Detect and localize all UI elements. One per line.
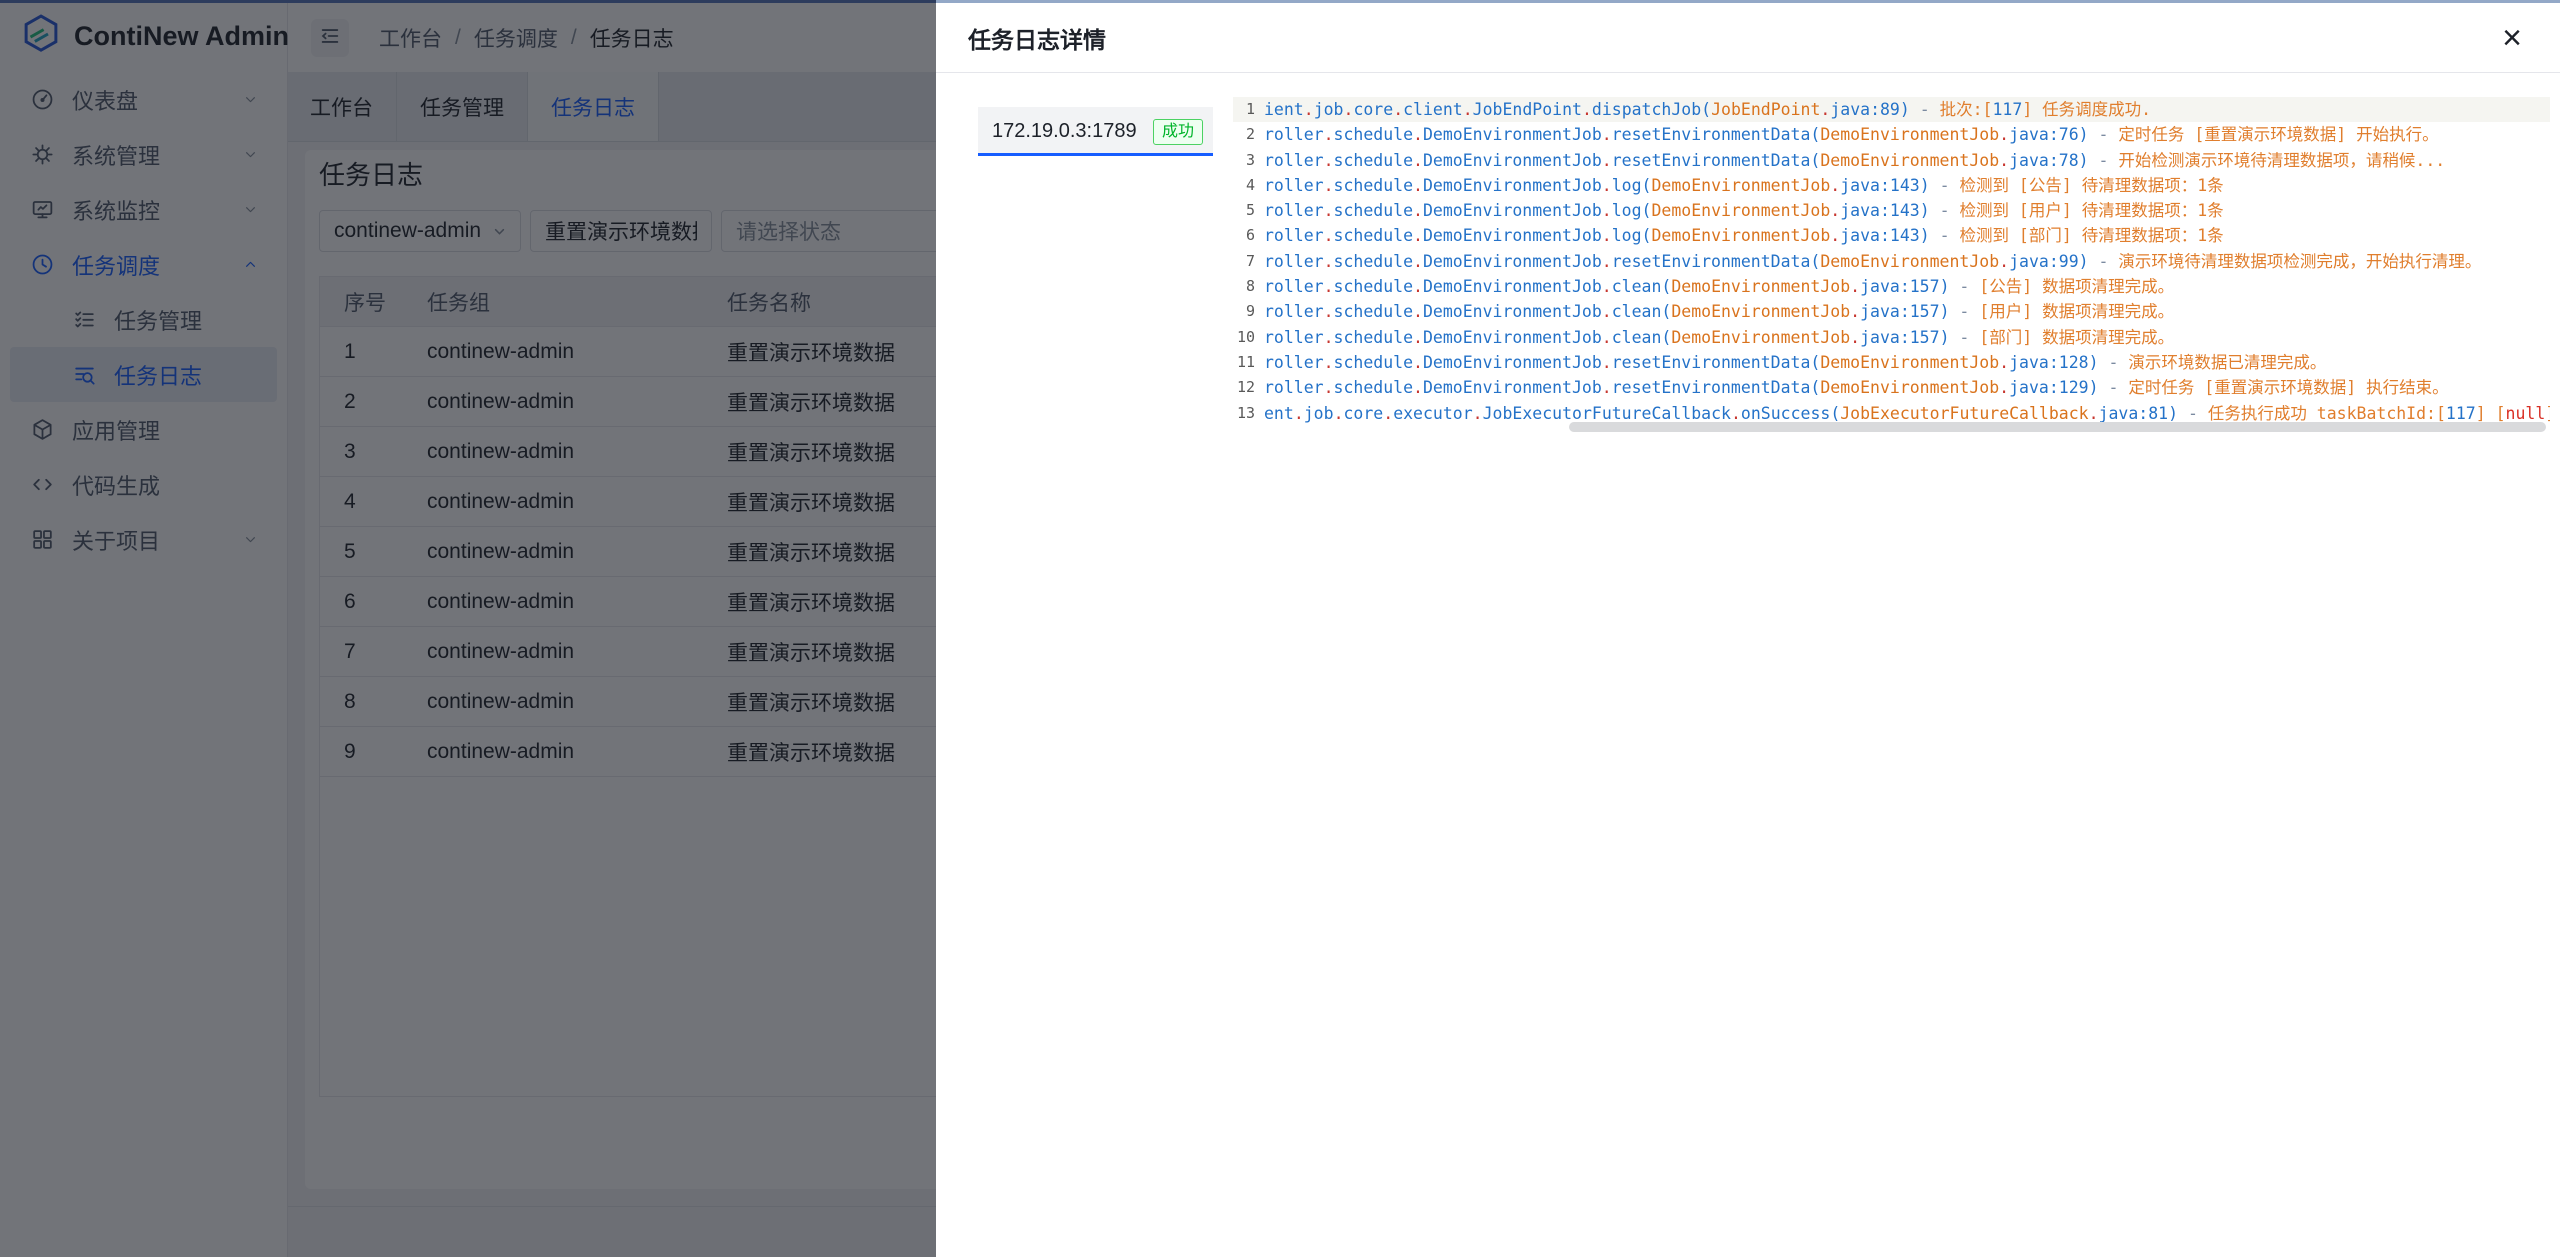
line-content: roller.schedule.DemoEnvironmentJob.clean… bbox=[1264, 274, 2550, 299]
line-content: roller.schedule.DemoEnvironmentJob.clean… bbox=[1264, 325, 2550, 350]
line-number: 9 bbox=[1233, 299, 1264, 324]
line-content: roller.schedule.DemoEnvironmentJob.reset… bbox=[1264, 148, 2550, 173]
drawer-body: 172.19.0.3:1789 成功 1ient.job.core.client… bbox=[936, 73, 2560, 1255]
log-line: 7roller.schedule.DemoEnvironmentJob.rese… bbox=[1233, 249, 2550, 274]
log-line: 3roller.schedule.DemoEnvironmentJob.rese… bbox=[1233, 148, 2550, 173]
log-line: 1ient.job.core.client.JobEndPoint.dispat… bbox=[1233, 97, 2550, 122]
line-number: 4 bbox=[1233, 173, 1264, 198]
horizontal-scrollbar[interactable] bbox=[1569, 422, 2546, 432]
log-line: 2roller.schedule.DemoEnvironmentJob.rese… bbox=[1233, 122, 2550, 147]
drawer-header: 任务日志详情 × bbox=[936, 3, 2560, 73]
line-number: 5 bbox=[1233, 198, 1264, 223]
line-number: 1 bbox=[1233, 97, 1264, 122]
line-content: roller.schedule.DemoEnvironmentJob.clean… bbox=[1264, 299, 2550, 324]
log-line: 10roller.schedule.DemoEnvironmentJob.cle… bbox=[1233, 325, 2550, 350]
log-line: 12roller.schedule.DemoEnvironmentJob.res… bbox=[1233, 375, 2550, 400]
log-line: 9roller.schedule.DemoEnvironmentJob.clea… bbox=[1233, 299, 2550, 324]
line-content: roller.schedule.DemoEnvironmentJob.reset… bbox=[1264, 350, 2550, 375]
line-content: roller.schedule.DemoEnvironmentJob.reset… bbox=[1264, 122, 2550, 147]
line-content: roller.schedule.DemoEnvironmentJob.reset… bbox=[1264, 249, 2550, 274]
close-icon[interactable]: × bbox=[2502, 21, 2522, 55]
line-content: roller.schedule.DemoEnvironmentJob.reset… bbox=[1264, 375, 2550, 400]
line-number: 3 bbox=[1233, 148, 1264, 173]
line-number: 10 bbox=[1233, 325, 1264, 350]
line-number: 2 bbox=[1233, 122, 1264, 147]
line-number: 12 bbox=[1233, 375, 1264, 400]
line-content: ient.job.core.client.JobEndPoint.dispatc… bbox=[1264, 97, 2550, 122]
log-line: 8roller.schedule.DemoEnvironmentJob.clea… bbox=[1233, 274, 2550, 299]
line-number: 13 bbox=[1233, 401, 1264, 426]
status-badge: 成功 bbox=[1153, 119, 1203, 145]
log-line: 5roller.schedule.DemoEnvironmentJob.log(… bbox=[1233, 198, 2550, 223]
line-content: roller.schedule.DemoEnvironmentJob.log(D… bbox=[1264, 223, 2550, 248]
instance-address: 172.19.0.3:1789 bbox=[992, 120, 1137, 143]
log-viewer: 1ient.job.core.client.JobEndPoint.dispat… bbox=[1233, 97, 2550, 426]
line-number: 11 bbox=[1233, 350, 1264, 375]
instance-tab[interactable]: 172.19.0.3:1789 成功 bbox=[978, 107, 1213, 156]
log-line: 11roller.schedule.DemoEnvironmentJob.res… bbox=[1233, 350, 2550, 375]
log-line: 6roller.schedule.DemoEnvironmentJob.log(… bbox=[1233, 223, 2550, 248]
line-content: roller.schedule.DemoEnvironmentJob.log(D… bbox=[1264, 198, 2550, 223]
line-content: roller.schedule.DemoEnvironmentJob.log(D… bbox=[1264, 173, 2550, 198]
log-line: 4roller.schedule.DemoEnvironmentJob.log(… bbox=[1233, 173, 2550, 198]
task-log-detail-drawer: 任务日志详情 × 172.19.0.3:1789 成功 1ient.job.co… bbox=[936, 0, 2560, 1257]
line-number: 6 bbox=[1233, 223, 1264, 248]
line-number: 8 bbox=[1233, 274, 1264, 299]
line-number: 7 bbox=[1233, 249, 1264, 274]
drawer-title: 任务日志详情 bbox=[968, 21, 1106, 55]
